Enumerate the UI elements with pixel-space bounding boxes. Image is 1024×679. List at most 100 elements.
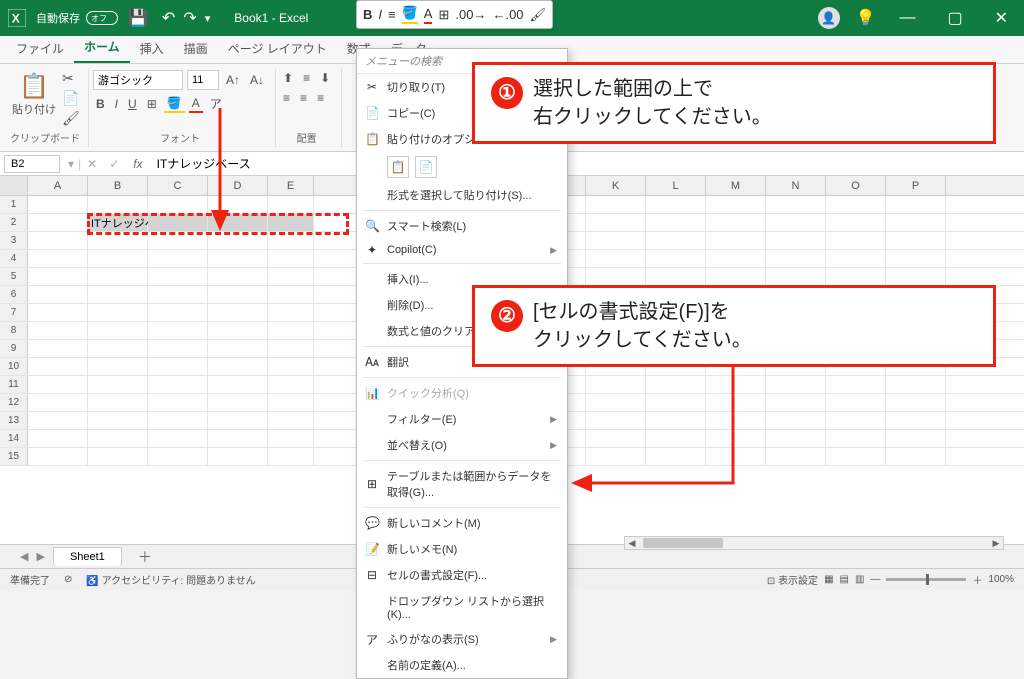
avatar[interactable]: 👤 [818, 7, 840, 29]
close-button[interactable]: ✕ [987, 8, 1016, 28]
cell[interactable] [766, 376, 826, 393]
col-header[interactable]: E [268, 176, 314, 195]
cell[interactable] [268, 196, 314, 213]
row-header[interactable]: 10 [0, 358, 28, 375]
cell[interactable] [148, 448, 208, 465]
cell[interactable] [148, 304, 208, 321]
cell[interactable] [826, 430, 886, 447]
cell[interactable] [826, 232, 886, 249]
cell[interactable] [646, 376, 706, 393]
cell[interactable] [646, 268, 706, 285]
cell[interactable] [28, 430, 88, 447]
align-bottom-icon[interactable]: ⬇ [317, 70, 333, 86]
horizontal-scrollbar[interactable]: ◀ ▶ [624, 536, 1004, 550]
cell[interactable] [706, 196, 766, 213]
border-button[interactable]: ⊞ [144, 96, 160, 112]
cell[interactable] [28, 412, 88, 429]
cell[interactable] [706, 430, 766, 447]
ctx-copilot[interactable]: ✦Copilot(C)▶ [357, 239, 567, 261]
row-header[interactable]: 4 [0, 250, 28, 267]
paste-option-default[interactable]: 📋 [387, 156, 409, 178]
ctx-sort[interactable]: 並べ替え(O)▶ [357, 432, 567, 458]
ctx-new-note[interactable]: 📝新しいメモ(N) [357, 536, 567, 562]
enter-formula-icon[interactable]: ✓ [103, 157, 125, 171]
cell[interactable] [886, 196, 946, 213]
tab-draw[interactable]: 描画 [174, 34, 218, 63]
cell[interactable] [766, 394, 826, 411]
cell[interactable] [208, 394, 268, 411]
tab-home[interactable]: ホーム [74, 32, 130, 63]
cell[interactable] [826, 394, 886, 411]
cell[interactable] [826, 250, 886, 267]
ctx-get-table[interactable]: ⊞テーブルまたは範囲からデータを取得(G)... [357, 463, 567, 505]
cancel-formula-icon[interactable]: ✕ [81, 157, 103, 171]
cell[interactable] [208, 340, 268, 357]
mini-font-color[interactable]: A [424, 6, 433, 24]
cell[interactable] [706, 232, 766, 249]
mini-fill[interactable]: 🪣 [402, 5, 418, 24]
font-size-select[interactable] [187, 70, 219, 90]
cell[interactable] [208, 376, 268, 393]
formula-input[interactable]: ITナレッジベース [151, 153, 1024, 174]
cell[interactable] [886, 232, 946, 249]
underline-button[interactable]: U [125, 96, 140, 112]
mini-italic[interactable]: I [378, 7, 382, 22]
italic-button[interactable]: I [112, 96, 121, 112]
cell[interactable] [886, 430, 946, 447]
cell[interactable] [28, 232, 88, 249]
cell[interactable] [28, 340, 88, 357]
cell[interactable] [886, 250, 946, 267]
cell[interactable] [826, 268, 886, 285]
col-header[interactable]: K [586, 176, 646, 195]
cell[interactable] [646, 250, 706, 267]
cell[interactable] [28, 286, 88, 303]
cell[interactable] [88, 412, 148, 429]
row-header[interactable]: 3 [0, 232, 28, 249]
cell[interactable] [766, 196, 826, 213]
cell[interactable] [826, 214, 886, 231]
cell[interactable] [706, 394, 766, 411]
cell[interactable] [148, 268, 208, 285]
redo-button[interactable]: ↷ [183, 8, 196, 28]
cell[interactable] [28, 268, 88, 285]
col-header[interactable]: C [148, 176, 208, 195]
cell[interactable] [886, 214, 946, 231]
ctx-define-name[interactable]: 名前の定義(A)... [357, 652, 567, 678]
cell[interactable] [268, 304, 314, 321]
cell[interactable] [268, 286, 314, 303]
qat-dropdown[interactable]: ▾ [205, 12, 211, 25]
cell[interactable] [28, 448, 88, 465]
tab-layout[interactable]: ページ レイアウト [218, 34, 337, 63]
row-header[interactable]: 9 [0, 340, 28, 357]
cell[interactable] [208, 304, 268, 321]
cell[interactable] [268, 340, 314, 357]
cell[interactable] [88, 250, 148, 267]
cell[interactable] [586, 214, 646, 231]
cell[interactable] [208, 358, 268, 375]
cell[interactable] [148, 286, 208, 303]
cell[interactable] [88, 268, 148, 285]
cell[interactable] [766, 250, 826, 267]
cell[interactable] [706, 250, 766, 267]
cell[interactable] [766, 430, 826, 447]
fill-color-button[interactable]: 🪣 [164, 95, 185, 113]
align-right-icon[interactable]: ≡ [314, 90, 327, 106]
cell[interactable] [148, 196, 208, 213]
cell[interactable] [826, 196, 886, 213]
col-header[interactable]: N [766, 176, 826, 195]
cell[interactable] [148, 358, 208, 375]
ctx-smart-search[interactable]: 🔍スマート検索(L) [357, 213, 567, 239]
cell[interactable] [208, 214, 268, 231]
row-header[interactable]: 14 [0, 430, 28, 447]
cell[interactable] [886, 412, 946, 429]
save-icon[interactable]: 💾 [128, 8, 148, 28]
align-middle-icon[interactable]: ≡ [300, 70, 313, 86]
cell[interactable] [88, 196, 148, 213]
cell[interactable] [766, 448, 826, 465]
cell[interactable] [268, 214, 314, 231]
cell[interactable] [208, 268, 268, 285]
cell[interactable] [268, 358, 314, 375]
bold-button[interactable]: B [93, 96, 108, 112]
mini-decimal-dec[interactable]: ←.00 [492, 7, 523, 22]
cell[interactable] [88, 322, 148, 339]
